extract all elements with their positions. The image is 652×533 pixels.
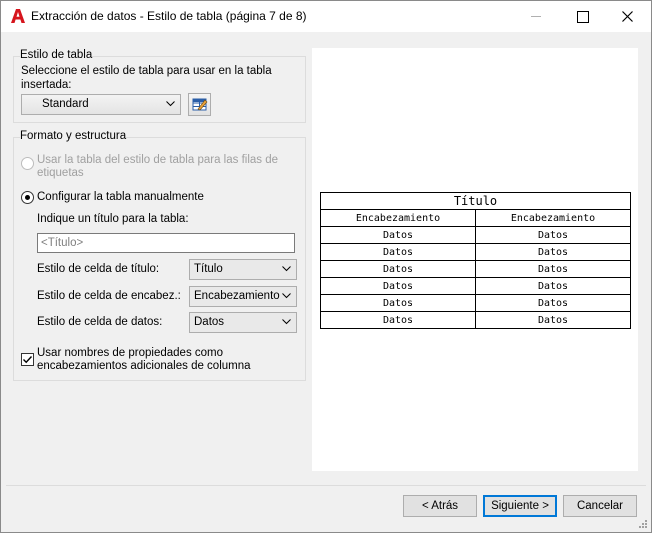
radio-use-table-style-label: Usar la tabla del estilo de tabla para l…: [37, 154, 279, 179]
radio-configure-manually[interactable]: [21, 191, 34, 204]
footer-separator: [6, 485, 646, 486]
preview-data-cell: Datos: [475, 311, 631, 329]
preview-table: Título Encabezamiento Encabezamiento Dat…: [320, 192, 631, 329]
window-title: Extracción de datos - Estilo de tabla (p…: [31, 9, 307, 23]
table-preview: Título Encabezamiento Encabezamiento Dat…: [312, 48, 638, 471]
data-cell-style-label: Estilo de celda de datos:: [37, 316, 163, 328]
cancel-button[interactable]: Cancelar: [563, 495, 637, 517]
preview-data-cell: Datos: [320, 260, 476, 278]
preview-header-cell: Encabezamiento: [475, 209, 631, 227]
data-cell-style-value: Datos: [194, 316, 225, 328]
preview-data-cell: Datos: [320, 294, 476, 312]
table-title-field[interactable]: [37, 233, 295, 253]
preview-data-cell: Datos: [475, 226, 631, 244]
maximize-button[interactable]: [559, 1, 605, 32]
radio-use-table-style[interactable]: [21, 157, 34, 170]
chevron-down-icon: [282, 319, 291, 325]
chevron-down-icon: [282, 293, 291, 299]
preview-data-cell: Datos: [475, 243, 631, 261]
table-edit-icon: [192, 98, 208, 111]
chevron-down-icon: [166, 101, 175, 107]
table-style-group-title: Estilo de tabla: [20, 49, 93, 61]
table-title-input[interactable]: [38, 234, 294, 252]
header-cell-style-select[interactable]: Encabezamiento: [189, 286, 297, 307]
title-cell-style-value: Título: [194, 263, 223, 275]
table-style-instruction: Seleccione el estilo de tabla para usar …: [21, 65, 272, 91]
dialog-window: Extracción de datos - Estilo de tabla (p…: [0, 0, 652, 533]
table-title-prompt: Indique un título para la tabla:: [37, 213, 189, 225]
autocad-logo-icon: [11, 9, 25, 23]
close-icon: [622, 11, 633, 22]
next-button[interactable]: Siguiente >: [483, 495, 557, 517]
title-bar: Extracción de datos - Estilo de tabla (p…: [1, 1, 651, 32]
radio-configure-manually-label: Configurar la tabla manualmente: [37, 191, 204, 203]
preview-data-row: Datos Datos: [320, 277, 631, 295]
checkmark-icon: [23, 356, 33, 364]
preview-data-row: Datos Datos: [320, 311, 631, 329]
minimize-button[interactable]: [513, 1, 559, 32]
table-style-dialog-button[interactable]: [188, 93, 211, 116]
table-style-select[interactable]: Standard: [21, 94, 181, 115]
preview-data-cell: Datos: [320, 243, 476, 261]
preview-data-cell: Datos: [475, 294, 631, 312]
preview-data-cell: Datos: [320, 311, 476, 329]
preview-title-cell: Título: [320, 192, 631, 210]
preview-data-cell: Datos: [320, 277, 476, 295]
preview-data-cell: Datos: [475, 277, 631, 295]
preview-data-row: Datos Datos: [320, 243, 631, 261]
preview-data-cell: Datos: [475, 260, 631, 278]
chevron-down-icon: [282, 266, 291, 272]
title-cell-style-select[interactable]: Título: [189, 259, 297, 280]
back-button[interactable]: < Atrás: [403, 495, 477, 517]
resize-grip-icon[interactable]: [638, 519, 648, 529]
property-names-checkbox-label: Usar nombres de propiedades como encabez…: [37, 347, 251, 372]
preview-data-row: Datos Datos: [320, 226, 631, 244]
preview-header-cell: Encabezamiento: [320, 209, 476, 227]
preview-data-row: Datos Datos: [320, 294, 631, 312]
property-names-checkbox[interactable]: [21, 353, 34, 366]
close-button[interactable]: [605, 1, 651, 32]
preview-data-row: Datos Datos: [320, 260, 631, 278]
header-cell-style-label: Estilo de celda de encabez.:: [37, 290, 181, 302]
header-cell-style-value: Encabezamiento: [194, 290, 280, 302]
table-style-select-value: Standard: [42, 98, 89, 110]
preview-data-cell: Datos: [320, 226, 476, 244]
data-cell-style-select[interactable]: Datos: [189, 312, 297, 333]
format-structure-group-title: Formato y estructura: [20, 130, 127, 142]
title-cell-style-label: Estilo de celda de título:: [37, 263, 160, 275]
